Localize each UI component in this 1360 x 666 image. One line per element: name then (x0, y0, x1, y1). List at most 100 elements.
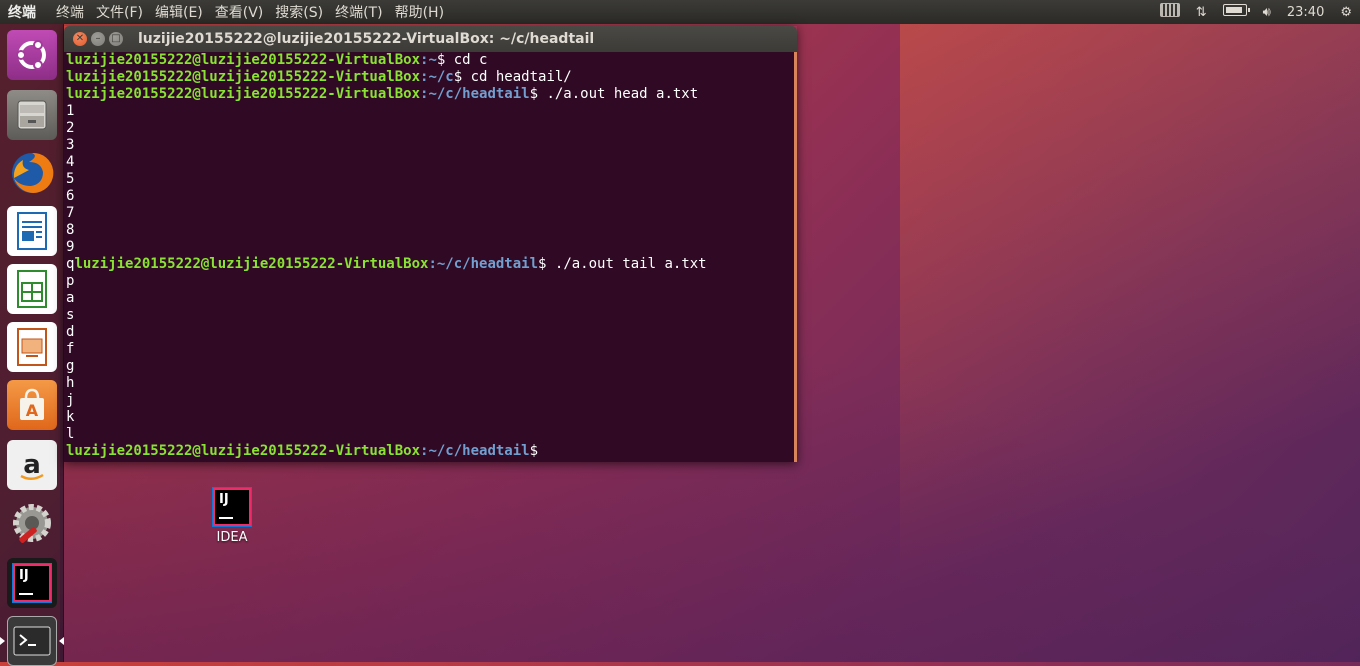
output-text: 6 (66, 188, 75, 204)
terminal-line: a (66, 290, 794, 307)
output-text: l (66, 426, 75, 442)
power-gear-icon[interactable]: ⚙ (1340, 5, 1352, 20)
menu-terminal[interactable]: 终端 (50, 2, 90, 22)
file-cabinet-icon (17, 100, 47, 130)
prompt-user-host: luzijie20155222@luzijie20155222-VirtualB… (66, 52, 421, 68)
launcher-dash[interactable] (7, 30, 57, 80)
command-text: $ ./a.out tail a.txt (538, 256, 707, 272)
terminal-line: 8 (66, 222, 794, 239)
window-title: luzijie20155222@luzijie20155222-VirtualB… (138, 31, 595, 47)
intellij-icon: IJ (15, 566, 49, 600)
output-text: d (66, 324, 75, 340)
top-panel: 终端 终端 文件(F) 编辑(E) 查看(V) 搜索(S) 终端(T) 帮助(H… (0, 0, 1360, 24)
menu-view[interactable]: 查看(V) (209, 2, 270, 22)
terminal-line: p (66, 273, 794, 290)
terminal-line: d (66, 324, 794, 341)
terminal-line: 3 (66, 137, 794, 154)
maximize-icon: □ (111, 33, 121, 44)
desktop-icon-label: IDEA (216, 530, 248, 545)
active-app-name: 终端 (8, 5, 36, 21)
output-text: 9 (66, 239, 75, 255)
terminal-titlebar[interactable]: ✕ – □ luzijie20155222@luzijie20155222-Vi… (64, 26, 797, 52)
terminal-icon (13, 626, 51, 656)
focused-indicator-icon (59, 637, 64, 645)
output-text: 5 (66, 171, 75, 187)
launcher-amazon[interactable]: a (7, 440, 57, 490)
volume-icon[interactable]: 🔊︎ (1263, 5, 1271, 20)
menu-file[interactable]: 文件(F) (90, 2, 149, 22)
output-text: g (66, 358, 75, 374)
menu-edit[interactable]: 编辑(E) (149, 2, 209, 22)
firefox-icon (12, 152, 54, 193)
launcher-impress[interactable] (7, 322, 57, 372)
prompt-user-host: luzijie20155222@luzijie20155222-VirtualB… (74, 256, 429, 272)
terminal-line: luzijie20155222@luzijie20155222-VirtualB… (66, 52, 794, 69)
menu-search[interactable]: 搜索(S) (269, 2, 329, 22)
output-text: a (66, 290, 75, 306)
amazon-icon: a (20, 450, 44, 480)
battery-icon[interactable] (1222, 4, 1250, 20)
launcher-firefox[interactable] (7, 148, 57, 198)
terminal-line: h (66, 375, 794, 392)
minimize-button[interactable]: – (91, 32, 105, 46)
launcher-terminal[interactable] (7, 616, 57, 666)
terminal-line: f (66, 341, 794, 358)
launcher-calc[interactable] (7, 264, 57, 314)
launcher-software-center[interactable]: A (7, 380, 57, 430)
output-text: 1 (66, 103, 75, 119)
terminal-line: 1 (66, 103, 794, 120)
presentation-impress-icon (17, 328, 47, 366)
output-text: 3 (66, 137, 75, 153)
terminal-line: k (66, 409, 794, 426)
terminal-line: s (66, 307, 794, 324)
output-text: h (66, 375, 75, 391)
prompt-path: :~/c/headtail (428, 256, 539, 272)
output-text: 8 (66, 222, 75, 238)
close-icon: ✕ (75, 33, 85, 44)
prompt-path: :~/c/headtail (420, 443, 530, 459)
spreadsheet-calc-icon (17, 270, 47, 308)
network-icon[interactable]: ⇅ (1196, 5, 1207, 20)
output-text: 2 (66, 120, 75, 136)
svg-text:A: A (26, 401, 39, 420)
shopping-bag-icon: A (20, 388, 44, 420)
launcher-intellij[interactable]: IJ (7, 558, 57, 608)
terminal-line: luzijie20155222@luzijie20155222-VirtualB… (66, 69, 794, 86)
terminal-line: 2 (66, 120, 794, 137)
terminal-line: 6 (66, 188, 794, 205)
desktop-icon-idea[interactable]: IJ IDEA (200, 490, 264, 545)
launcher: A a IJ (0, 24, 64, 666)
output-text: 4 (66, 154, 75, 170)
maximize-button[interactable]: □ (109, 32, 123, 46)
output-text: p (66, 273, 75, 289)
command-text: $ ./a.out head a.txt (529, 86, 699, 102)
command-text: $ cd headtail/ (453, 69, 572, 85)
terminal-line: 5 (66, 171, 794, 188)
settings-gear-icon (13, 504, 51, 543)
launcher-system-settings[interactable] (7, 498, 57, 548)
prompt-user-host: luzijie20155222@luzijie20155222-VirtualB… (66, 86, 421, 102)
intellij-icon: IJ (215, 490, 249, 524)
terminal-line: 9 (66, 239, 794, 256)
prompt-path: :~ (420, 52, 437, 68)
output-text: 7 (66, 205, 75, 221)
close-button[interactable]: ✕ (73, 32, 87, 46)
launcher-writer[interactable] (7, 206, 57, 256)
output-text: k (66, 409, 75, 425)
terminal-window[interactable]: ✕ – □ luzijie20155222@luzijie20155222-Vi… (64, 26, 797, 462)
system-tray: ⇅ 🔊︎ 23:40 ⚙ (1152, 0, 1360, 24)
clock[interactable]: 23:40 (1287, 5, 1324, 20)
output-text: s (66, 307, 75, 323)
terminal-line: l (66, 426, 794, 443)
prompt-user-host: luzijie20155222@luzijie20155222-VirtualB… (66, 443, 421, 459)
terminal-output[interactable]: luzijie20155222@luzijie20155222-VirtualB… (64, 52, 797, 462)
terminal-line: luzijie20155222@luzijie20155222-VirtualB… (66, 443, 794, 460)
keyboard-icon[interactable] (1159, 3, 1180, 21)
minimize-icon: – (95, 33, 101, 44)
running-indicator-icon (0, 637, 5, 645)
terminal-line: luzijie20155222@luzijie20155222-VirtualB… (66, 86, 794, 103)
command-text: $ cd c (436, 52, 488, 68)
menu-terminal-t[interactable]: 终端(T) (329, 2, 388, 22)
launcher-files[interactable] (7, 90, 57, 140)
menu-help[interactable]: 帮助(H) (389, 2, 450, 22)
